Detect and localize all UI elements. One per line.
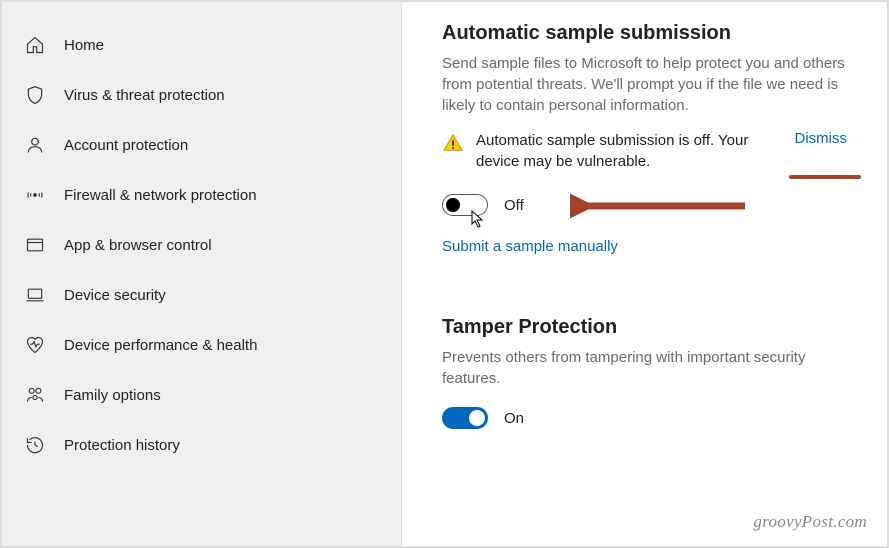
sidebar-item-label: Account protection [64,137,188,154]
annotation-arrow-icon [570,192,750,220]
sidebar-item-account[interactable]: Account protection [2,120,401,170]
sidebar-item-label: Device performance & health [64,337,257,354]
section-description: Prevents others from tampering with impo… [442,347,847,389]
section-title: Tamper Protection [442,316,847,339]
toggle-label: On [504,410,524,427]
toggle-row-sample: Off [442,194,847,216]
watermark: groovyPost.com [753,512,867,532]
window-icon [24,234,46,256]
automatic-sample-submission-section: Automatic sample submission Send sample … [442,22,847,256]
section-description: Send sample files to Microsoft to help p… [442,53,847,116]
tamper-protection-toggle[interactable] [442,407,488,429]
section-title: Automatic sample submission [442,22,847,45]
sidebar-item-history[interactable]: Protection history [2,420,401,470]
sidebar-item-family[interactable]: Family options [2,370,401,420]
dismiss-label: Dismiss [795,130,848,147]
sidebar-item-label: Virus & threat protection [64,87,225,104]
sidebar-item-performance[interactable]: Device performance & health [2,320,401,370]
toggle-row-tamper: On [442,407,847,429]
submit-sample-link[interactable]: Submit a sample manually [442,238,618,255]
sidebar-item-home[interactable]: Home [2,20,401,70]
dismiss-link[interactable]: Dismiss [795,130,848,172]
annotation-underline [789,175,861,179]
toggle-knob [469,410,485,426]
home-icon [24,34,46,56]
sidebar-item-label: Device security [64,287,166,304]
history-icon [24,434,46,456]
sample-submission-toggle[interactable] [442,194,488,216]
sidebar-item-label: Family options [64,387,161,404]
sidebar-item-label: Firewall & network protection [64,187,257,204]
sidebar-item-device-security[interactable]: Device security [2,270,401,320]
antenna-icon [24,184,46,206]
main-content: Automatic sample submission Send sample … [402,2,887,546]
warning-triangle-icon [442,132,464,154]
sidebar-item-app-browser[interactable]: App & browser control [2,220,401,270]
toggle-knob [446,198,460,212]
warning-text: Automatic sample submission is off. Your… [476,130,785,172]
sidebar-item-firewall[interactable]: Firewall & network protection [2,170,401,220]
sidebar-item-label: App & browser control [64,237,212,254]
person-icon [24,134,46,156]
family-icon [24,384,46,406]
sidebar-item-virus[interactable]: Virus & threat protection [2,70,401,120]
sidebar: Home Virus & threat protection Account p… [2,2,402,546]
shield-icon [24,84,46,106]
sidebar-item-label: Home [64,37,104,54]
sidebar-item-label: Protection history [64,437,180,454]
tamper-protection-section: Tamper Protection Prevents others from t… [442,316,847,429]
heart-pulse-icon [24,334,46,356]
toggle-label: Off [504,197,524,214]
warning-row: Automatic sample submission is off. Your… [442,130,847,172]
laptop-icon [24,284,46,306]
